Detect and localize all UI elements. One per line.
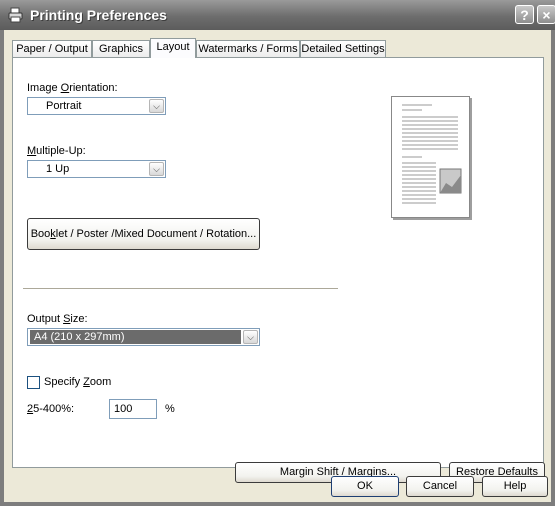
cancel-button[interactable]: Cancel	[406, 476, 474, 497]
tab-graphics[interactable]: Graphics	[92, 40, 150, 57]
zoom-unit: %	[165, 403, 175, 415]
dialog-client: Paper / Output Graphics Layout Watermark…	[4, 30, 551, 502]
ok-button[interactable]: OK	[331, 476, 399, 497]
close-button[interactable]: ×	[537, 5, 555, 24]
orientation-select[interactable]: Portrait ⌵	[27, 97, 166, 115]
tab-paper-output[interactable]: Paper / Output	[12, 40, 92, 57]
orientation-value: Portrait	[46, 100, 82, 112]
title-bar[interactable]: Printing Preferences ? ×	[0, 0, 555, 30]
tab-layout[interactable]: Layout	[150, 38, 196, 58]
help-title-button[interactable]: ?	[515, 5, 534, 24]
orientation-label: Image Orientation:	[27, 82, 118, 94]
specify-zoom-checkbox[interactable]	[27, 376, 40, 389]
tab-detailed-settings[interactable]: Detailed Settings	[300, 40, 386, 57]
help-button[interactable]: Help	[482, 476, 548, 497]
zoom-range-label: 25-400%:	[27, 403, 75, 415]
document-preview-icon	[402, 104, 462, 204]
zoom-input[interactable]: 100	[109, 399, 157, 419]
output-size-value: A4 (210 x 297mm)	[30, 330, 241, 344]
layout-panel: Image Orientation: Portrait ⌵ Multiple-U…	[12, 57, 545, 483]
chevron-down-icon[interactable]: ⌵	[149, 162, 164, 176]
multiple-up-value: 1 Up	[46, 163, 70, 175]
chevron-down-icon[interactable]: ⌵	[149, 99, 164, 113]
multiple-up-select[interactable]: 1 Up ⌵	[27, 160, 166, 178]
booklet-poster-button[interactable]: Booklet / Poster /Mixed Document / Rotat…	[27, 218, 260, 250]
specify-zoom-label[interactable]: Specify Zoom	[44, 376, 111, 388]
printer-icon	[8, 7, 23, 23]
multiple-up-label: Multiple-Up:	[27, 145, 86, 157]
page-preview	[391, 96, 470, 218]
printing-preferences-window: Printing Preferences ? × Paper / Output …	[0, 0, 555, 506]
zoom-value: 100	[114, 403, 133, 415]
separator	[23, 288, 338, 290]
tab-watermarks-forms[interactable]: Watermarks / Forms	[196, 40, 300, 57]
window-title: Printing Preferences	[30, 7, 167, 23]
output-size-label: Output Size:	[27, 313, 88, 325]
output-size-select[interactable]: A4 (210 x 297mm) ⌵	[27, 328, 260, 346]
chevron-down-icon[interactable]: ⌵	[243, 330, 258, 344]
